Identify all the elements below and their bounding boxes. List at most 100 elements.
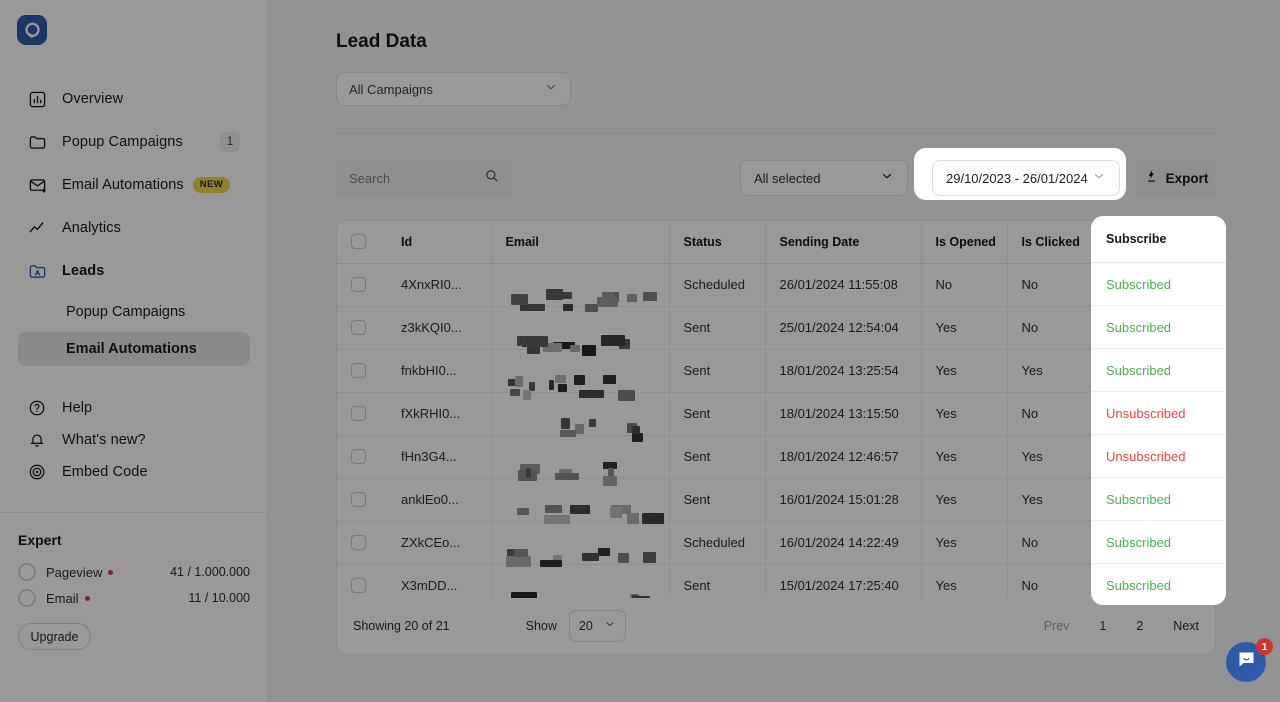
new-badge: NEW: [192, 177, 231, 193]
primary-nav: Overview Popup Campaigns 1 Email Automat…: [0, 80, 268, 369]
pagination: Prev 1 2 Next: [1014, 619, 1199, 633]
sidebar-item-whats-new[interactable]: What's new?: [18, 424, 250, 456]
row-checkbox[interactable]: [351, 492, 366, 507]
table-row[interactable]: fnkbHI0...Sent18/01/2024 13:25:54YesYesS…: [337, 349, 1215, 401]
row-checkbox[interactable]: [351, 406, 366, 421]
cell-email: [490, 521, 669, 567]
campaign-filter-select[interactable]: All Campaigns: [336, 72, 571, 106]
table-row[interactable]: anklEo0...Sent16/01/2024 15:01:28YesYesS…: [337, 478, 1215, 524]
row-checkbox[interactable]: [351, 277, 366, 292]
chat-unread-badge: 1: [1256, 638, 1273, 655]
column-header-sending-date[interactable]: Sending Date: [764, 221, 921, 264]
status-dot-icon: [108, 569, 114, 575]
cell-id: fnkbHI0...: [387, 349, 491, 393]
mail-forward-icon: [26, 174, 48, 196]
table-row[interactable]: fHn3G4...Sent18/01/2024 12:46:57YesYesUn…: [337, 435, 1215, 486]
pagination-prev[interactable]: Prev: [1044, 619, 1070, 633]
column-header-subscribe[interactable]: Subscribe: [1091, 216, 1226, 263]
cell-is-opened: Yes: [920, 435, 1007, 479]
pagination-page-2[interactable]: 2: [1136, 619, 1143, 633]
plan-panel: Expert Pageview 41 / 1.000.000 Email 11 …: [18, 532, 250, 650]
row-checkbox[interactable]: [351, 535, 366, 550]
cell-status: Scheduled: [668, 521, 765, 565]
column-header-id[interactable]: Id: [387, 221, 491, 264]
cell-subscribe: Unsubscribed: [1091, 435, 1226, 478]
row-checkbox[interactable]: [351, 363, 366, 378]
sidebar-subitem-email-automations[interactable]: Email Automations: [18, 332, 250, 366]
row-select-cell: [337, 263, 387, 307]
column-header-is-opened[interactable]: Is Opened: [920, 221, 1007, 264]
trend-line-icon: [26, 217, 48, 239]
broadcast-icon: [26, 461, 48, 483]
cell-sending-date: 16/01/2024 15:01:28: [764, 478, 921, 522]
sidebar-item-embed-code[interactable]: Embed Code: [18, 456, 250, 488]
row-checkbox[interactable]: [351, 578, 366, 593]
cell-subscribe: Subscribed: [1091, 306, 1226, 349]
sidebar-item-leads[interactable]: Leads: [18, 252, 250, 290]
sidebar-item-help[interactable]: Help: [18, 392, 250, 424]
sidebar-item-overview[interactable]: Overview: [18, 80, 250, 118]
column-header-is-clicked[interactable]: Is Clicked: [1006, 221, 1093, 264]
pagination-next[interactable]: Next: [1173, 619, 1199, 633]
select-all-checkbox[interactable]: [351, 234, 366, 250]
progress-ring-icon: [18, 563, 36, 581]
column-header-status[interactable]: Status: [668, 221, 765, 264]
export-label: Export: [1165, 170, 1209, 186]
table-footer: Showing 20 of 21 Show 20 Prev 1 2 Next: [337, 598, 1215, 654]
cell-is-clicked: Yes: [1006, 435, 1093, 479]
bell-icon: [26, 429, 48, 451]
subscribe-cells: Subscribed Subscribed Subscribed Unsubscrib…: [1091, 263, 1226, 605]
pagination-page-1[interactable]: 1: [1099, 619, 1106, 633]
search-input[interactable]: Search: [336, 160, 512, 196]
date-range-select-highlighted[interactable]: 29/10/2023 - 26/01/2024: [932, 160, 1120, 196]
spotlight-date-range-content: 29/10/2023 - 26/01/2024: [914, 148, 1126, 200]
upgrade-button[interactable]: Upgrade: [18, 623, 91, 650]
cell-subscribe: Subscribed: [1091, 564, 1226, 605]
cell-sending-date: 25/01/2024 12:54:04: [764, 306, 921, 350]
usage-meter-value: 41 / 1.000.000: [170, 565, 250, 579]
page-size-select[interactable]: 20: [568, 610, 626, 642]
lead-data-table: Id Email Status Sending Date Is Opened I…: [337, 221, 1215, 614]
table-row[interactable]: ZXkCEo... Scheduled 16/01/2024 14:22:49 Yes…: [337, 521, 1215, 567]
cell-email: [490, 392, 669, 442]
table-row[interactable]: 4XnxRI0... Scheduled 26/01/2024 11:55:08 No…: [337, 263, 1215, 312]
sidebar-subitem-label: Email Automations: [66, 341, 197, 357]
cell-subscribe: Subscribed: [1091, 521, 1226, 564]
sidebar-item-label: Popup Campaigns: [62, 134, 183, 150]
sidebar-item-analytics[interactable]: Analytics: [18, 209, 250, 247]
sidebar-item-label: Embed Code: [62, 464, 148, 480]
all-selected-select[interactable]: All selected: [740, 160, 908, 196]
row-select-cell: [337, 435, 387, 479]
spotlight-subscribe-content: Subscribe Subscribed Subscribed Subscribed…: [1091, 216, 1226, 605]
column-header-email[interactable]: Email: [490, 221, 669, 264]
search-icon: [484, 168, 499, 188]
sidebar: Overview Popup Campaigns 1 Email Automat…: [0, 0, 268, 702]
sidebar-item-email-automations[interactable]: Email Automations NEW: [18, 166, 250, 204]
question-circle-icon: [26, 397, 48, 419]
search-placeholder: Search: [349, 170, 391, 186]
cell-email: [490, 478, 669, 524]
cell-sending-date: 16/01/2024 14:22:49: [764, 521, 921, 565]
cell-is-clicked: No: [1006, 263, 1093, 307]
cell-is-opened: Yes: [920, 478, 1007, 522]
spotlight-subscribe-column: Subscribe Subscribed Subscribed Subscribed…: [1091, 216, 1226, 605]
row-select-cell: [337, 478, 387, 522]
app-root: Overview Popup Campaigns 1 Email Automat…: [0, 0, 1280, 702]
cell-is-clicked: Yes: [1006, 349, 1093, 393]
row-checkbox[interactable]: [351, 320, 366, 335]
export-button[interactable]: Export: [1136, 160, 1216, 196]
cell-is-clicked: Yes: [1006, 478, 1093, 522]
cell-is-opened: Yes: [920, 392, 1007, 436]
table-row[interactable]: z3kKQI0...Sent25/01/2024 12:54:04YesNoSu…: [337, 306, 1215, 356]
popupsmart-logo-icon: [17, 15, 47, 45]
sidebar-subitem-popup-campaigns[interactable]: Popup Campaigns: [18, 295, 250, 329]
cell-is-opened: Yes: [920, 521, 1007, 565]
section-divider: [336, 133, 1216, 134]
table-row[interactable]: fXkRHI0...Sent18/01/2024 13:15:50YesNoUn…: [337, 392, 1215, 442]
sidebar-item-popup-campaigns[interactable]: Popup Campaigns 1: [18, 123, 250, 161]
app-logo[interactable]: [17, 15, 47, 45]
row-checkbox[interactable]: [351, 449, 366, 464]
spotlight-date-range: 29/10/2023 - 26/01/2024: [914, 148, 1126, 200]
download-bolt-icon: [1144, 168, 1159, 189]
progress-ring-icon: [18, 589, 36, 607]
